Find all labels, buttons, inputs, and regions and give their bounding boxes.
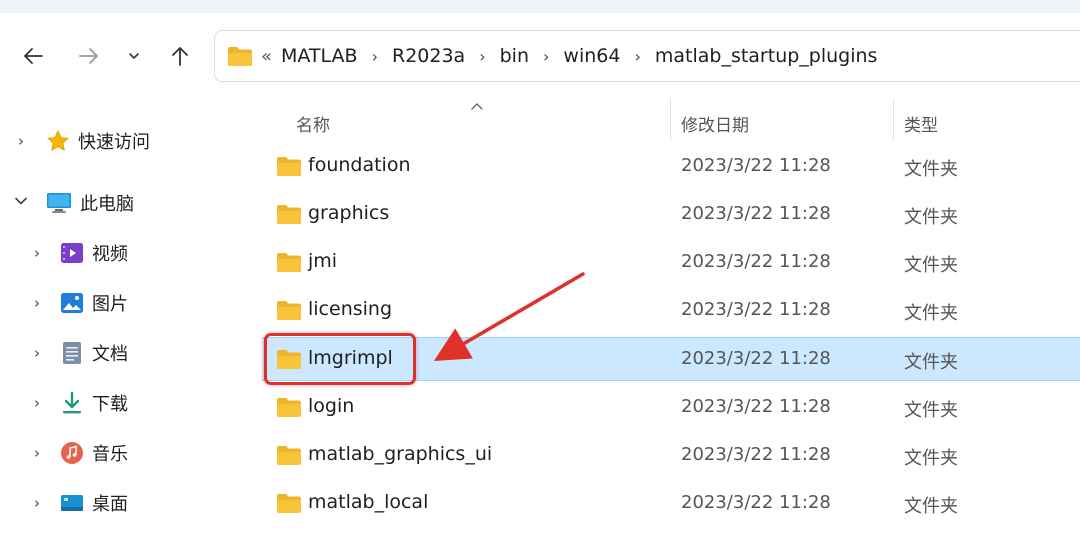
file-modified-date: 2023/3/22 11:28 (681, 492, 831, 513)
breadcrumb-separator[interactable]: › (465, 47, 499, 66)
sidebar-item-this-pc[interactable]: 此电脑 (0, 183, 250, 223)
file-modified-date: 2023/3/22 11:28 (681, 348, 831, 369)
folder-icon (277, 446, 301, 465)
file-row[interactable]: login 2023/3/22 11:28 文件夹 (262, 386, 1080, 430)
file-row[interactable]: foundation 2023/3/22 11:28 文件夹 (262, 145, 1080, 189)
file-name[interactable]: graphics (308, 202, 389, 224)
file-modified-date: 2023/3/22 11:28 (681, 251, 831, 272)
file-type: 文件夹 (904, 448, 958, 469)
sidebar-item-label: 文档 (92, 344, 128, 365)
column-header-date[interactable]: 修改日期 (681, 108, 749, 138)
file-row[interactable]: licensing 2023/3/22 11:28 文件夹 (262, 289, 1080, 333)
expand-chevron-icon[interactable]: › (30, 294, 44, 312)
sort-up-icon (471, 103, 483, 110)
recent-locations-button[interactable] (122, 40, 146, 72)
sidebar-item-videos[interactable]: › 视频 (0, 233, 250, 273)
file-row[interactable]: graphics 2023/3/22 11:28 文件夹 (262, 193, 1080, 237)
sort-indicator[interactable] (470, 96, 484, 115)
sidebar-item-label: 图片 (92, 294, 128, 315)
back-button[interactable] (18, 40, 48, 72)
file-name[interactable]: licensing (308, 298, 392, 320)
picture-icon (61, 293, 83, 313)
folder-icon (228, 47, 252, 66)
star-icon (47, 130, 69, 151)
sidebar-item-music[interactable]: › 音乐 (0, 433, 250, 473)
overflow-chevron[interactable]: « (261, 46, 272, 67)
file-modified-date: 2023/3/22 11:28 (681, 155, 831, 176)
column-divider[interactable] (670, 98, 671, 140)
download-icon (63, 391, 81, 414)
breadcrumb-separator[interactable]: › (529, 47, 563, 66)
file-name[interactable]: matlab_graphics_ui (308, 443, 492, 465)
breadcrumb-separator[interactable]: › (620, 47, 654, 66)
video-icon (61, 243, 83, 263)
breadcrumb-matlab[interactable]: MATLAB (281, 45, 358, 67)
file-type: 文件夹 (904, 303, 958, 324)
file-row[interactable]: jmi 2023/3/22 11:28 文件夹 (262, 241, 1080, 285)
file-row[interactable]: matlab_graphics_ui 2023/3/22 11:28 文件夹 (262, 434, 1080, 478)
file-type: 文件夹 (904, 207, 958, 228)
computer-icon (47, 193, 71, 213)
arrow-left-icon (24, 48, 43, 64)
file-type: 文件夹 (904, 255, 958, 276)
arrow-up-icon (172, 47, 188, 66)
sidebar-item-label: 桌面 (92, 494, 128, 515)
sidebar-item-quick-access[interactable]: › 快速访问 (0, 121, 250, 161)
breadcrumb-separator[interactable]: › (358, 47, 392, 66)
folder-icon (277, 157, 301, 176)
breadcrumb-matlab-startup-plugins[interactable]: matlab_startup_plugins (655, 45, 878, 67)
column-header-type[interactable]: 类型 (904, 108, 938, 138)
breadcrumb-bin[interactable]: bin (500, 45, 529, 67)
breadcrumb-r2023a[interactable]: R2023a (392, 45, 465, 67)
sidebar-item-pictures[interactable]: › 图片 (0, 283, 250, 323)
file-type: 文件夹 (904, 159, 958, 180)
arrow-right-icon (79, 48, 98, 64)
file-name[interactable]: login (308, 395, 354, 417)
sidebar-item-documents[interactable]: › 文档 (0, 333, 250, 373)
sidebar-item-label: 快速访问 (78, 132, 150, 153)
sidebar-item-label: 视频 (92, 244, 128, 265)
expand-chevron-icon[interactable]: › (30, 444, 44, 462)
file-modified-date: 2023/3/22 11:28 (681, 299, 831, 320)
column-divider[interactable] (893, 98, 894, 140)
folder-icon (277, 301, 301, 320)
expand-chevron-icon[interactable]: › (30, 494, 44, 512)
expand-chevron-icon[interactable]: › (14, 132, 28, 150)
music-icon (61, 442, 83, 464)
file-modified-date: 2023/3/22 11:28 (681, 444, 831, 465)
file-name[interactable]: jmi (308, 250, 337, 272)
file-modified-date: 2023/3/22 11:28 (681, 203, 831, 224)
expand-chevron-icon[interactable]: › (30, 394, 44, 412)
annotation-highlight-box (264, 333, 416, 385)
window-top-strip (0, 0, 1080, 13)
file-type: 文件夹 (904, 352, 958, 373)
folder-icon (277, 398, 301, 417)
sidebar-item-downloads[interactable]: › 下载 (0, 383, 250, 423)
file-type: 文件夹 (904, 400, 958, 421)
chevron-down-icon (129, 53, 139, 59)
forward-button[interactable] (74, 40, 104, 72)
sidebar-item-desktop[interactable]: › 桌面 (0, 483, 250, 523)
column-header-name[interactable]: 名称 (296, 108, 330, 138)
collapse-chevron-icon[interactable] (14, 194, 28, 212)
file-row[interactable]: matlab_local 2023/3/22 11:28 文件夹 (262, 482, 1080, 526)
folder-icon (277, 494, 301, 513)
breadcrumb-win64[interactable]: win64 (563, 45, 620, 67)
expand-chevron-icon[interactable]: › (30, 244, 44, 262)
address-bar[interactable]: « MATLAB › R2023a › bin › win64 › matlab… (214, 30, 1080, 82)
folder-icon (277, 205, 301, 224)
file-name[interactable]: matlab_local (308, 491, 428, 513)
folder-icon (277, 253, 301, 272)
sidebar-item-label: 下载 (92, 394, 128, 415)
sidebar-item-label: 音乐 (92, 444, 128, 465)
up-button[interactable] (166, 40, 194, 72)
file-name[interactable]: foundation (308, 154, 411, 176)
file-type: 文件夹 (904, 496, 958, 517)
document-icon (63, 342, 81, 364)
sidebar-item-label: 此电脑 (80, 194, 134, 215)
file-modified-date: 2023/3/22 11:28 (681, 396, 831, 417)
expand-chevron-icon[interactable]: › (30, 344, 44, 362)
desktop-icon (61, 495, 83, 511)
